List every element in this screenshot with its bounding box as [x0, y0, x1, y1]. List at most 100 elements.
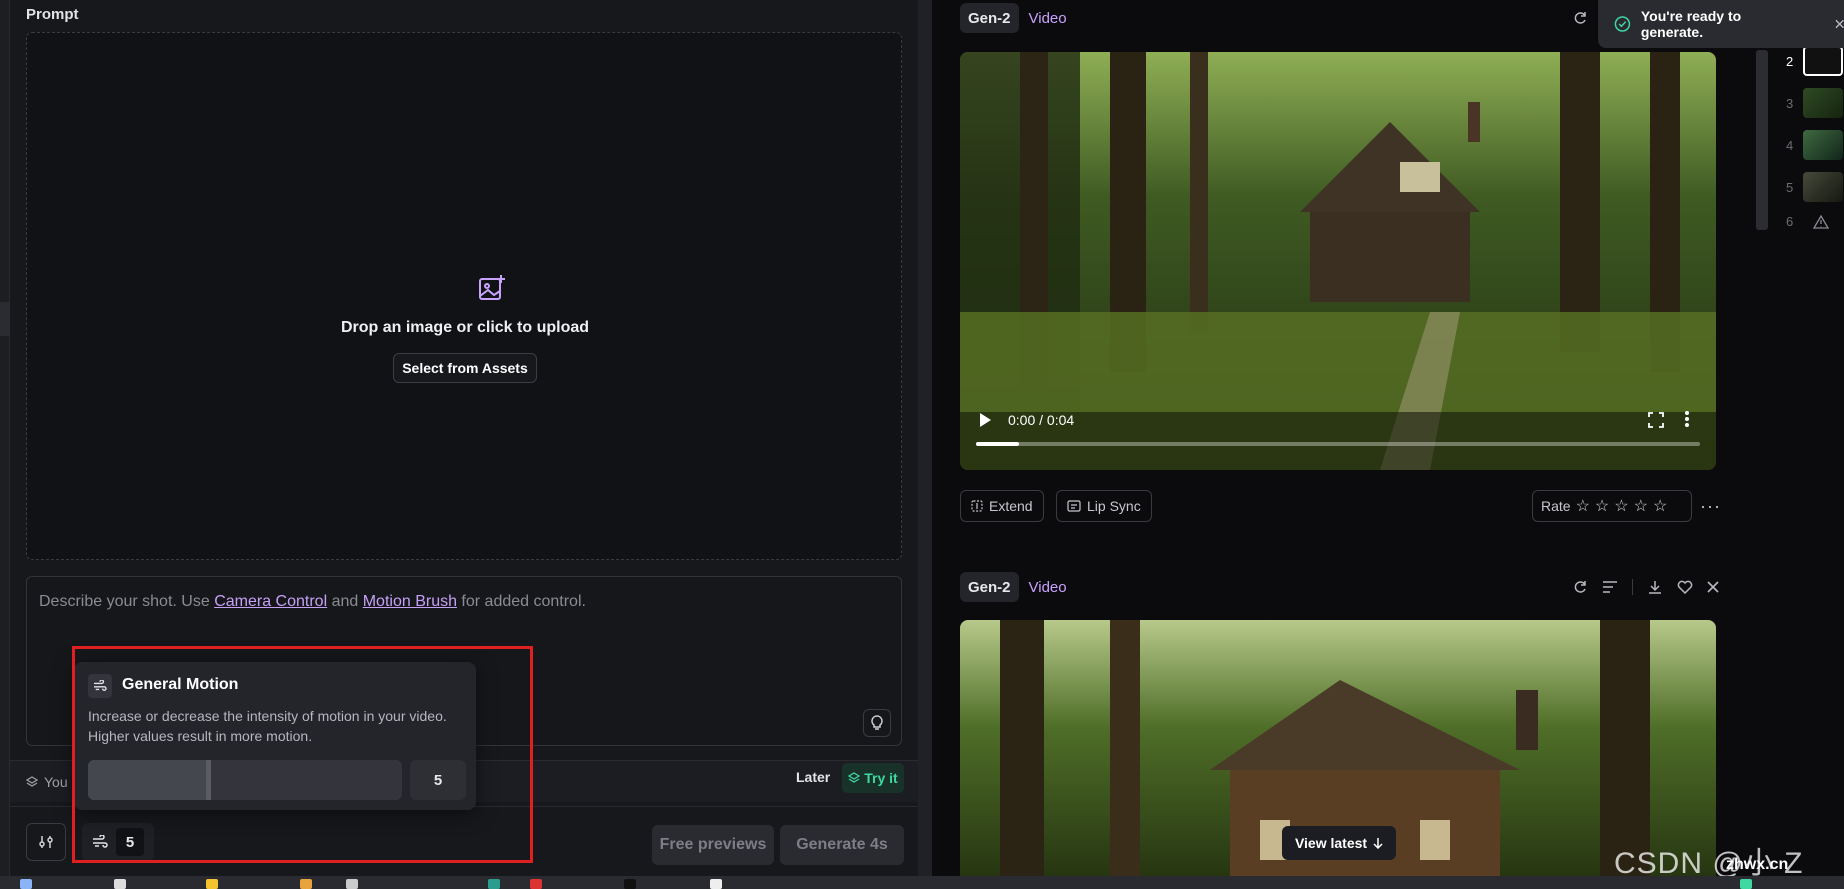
taskbar-icon[interactable]	[624, 879, 636, 889]
taskbar-icon[interactable]	[1740, 879, 1752, 889]
play-icon[interactable]	[978, 412, 992, 428]
star-icon[interactable]: ☆	[1595, 496, 1609, 516]
star-icon[interactable]: ☆	[1634, 496, 1648, 516]
star-icon[interactable]: ☆	[1653, 496, 1667, 516]
motion-brush-link[interactable]: Motion Brush	[363, 593, 457, 610]
motion-value-input[interactable]: 5	[410, 760, 466, 800]
motion-slider-fill	[88, 760, 206, 800]
details-icon[interactable]	[1602, 580, 1618, 594]
more-horizontal-icon[interactable]: ···	[1700, 496, 1721, 517]
rating-control: Rate ☆ ☆ ☆ ☆ ☆	[1532, 490, 1692, 522]
toolbar-separator	[1632, 579, 1633, 595]
card-1-actions: Extend Lip Sync Rate ☆ ☆ ☆ ☆ ☆ ···	[960, 490, 1720, 522]
rail-index: 2	[1786, 53, 1794, 69]
view-latest-button[interactable]: View latest	[1282, 826, 1396, 860]
generate-button[interactable]: Generate 4s	[780, 825, 904, 865]
rail-scrollbar[interactable]	[1756, 50, 1768, 230]
prompt-tips-button[interactable]	[863, 709, 891, 737]
rail-item[interactable]: 4	[1786, 130, 1844, 160]
view-latest-label: View latest	[1294, 835, 1368, 851]
rate-label: Rate	[1541, 498, 1571, 514]
download-icon[interactable]	[1647, 579, 1663, 595]
try-it-button[interactable]: Try it	[842, 763, 904, 793]
taskbar-icon[interactable]	[114, 879, 126, 889]
sidebar-collapse-handle[interactable]	[0, 302, 10, 336]
card-2-toolbar	[1572, 579, 1719, 595]
wind-icon	[88, 674, 112, 698]
fullscreen-icon[interactable]	[1648, 412, 1664, 428]
ready-toast: You're ready to generate.	[1598, 0, 1844, 48]
taskbar-icon[interactable]	[530, 879, 542, 889]
toast-text: You're ready to generate.	[1640, 8, 1742, 40]
close-icon[interactable]	[1835, 19, 1844, 29]
taskbar-icon[interactable]	[710, 879, 722, 889]
history-rail: 2 3 4 5 6	[1756, 40, 1844, 240]
general-motion-chip[interactable]: 5	[82, 823, 154, 861]
output-type-label: Video	[1028, 9, 1067, 27]
rail-thumb	[1803, 88, 1844, 118]
video-progress-fill	[976, 442, 1020, 446]
more-vertical-icon[interactable]	[1684, 410, 1690, 428]
lip-sync-label: Lip Sync	[1087, 498, 1141, 514]
layers-icon	[848, 772, 861, 783]
later-button[interactable]: Later	[796, 769, 830, 785]
rail-item[interactable]: 5	[1786, 172, 1844, 202]
extend-button[interactable]: Extend	[960, 490, 1044, 522]
rail-item[interactable]: 2	[1786, 46, 1844, 76]
taskbar-icon[interactable]	[300, 879, 312, 889]
wind-icon	[93, 835, 108, 848]
taskbar-icon[interactable]	[20, 879, 32, 889]
check-circle-icon	[1614, 16, 1631, 32]
rail-index: 3	[1786, 95, 1794, 111]
taskbar-icon[interactable]	[488, 879, 500, 889]
rail-item[interactable]: 3	[1786, 88, 1844, 118]
video-progress-bar[interactable]	[976, 442, 1700, 446]
extend-label: Extend	[989, 498, 1033, 514]
layers-icon	[25, 776, 39, 787]
output-type-label: Video	[1028, 578, 1067, 596]
rail-thumb	[1803, 130, 1844, 160]
settings-button[interactable]	[26, 823, 66, 861]
star-icon[interactable]: ☆	[1614, 496, 1628, 516]
feature-hint-text: You	[25, 774, 68, 790]
motion-chip-value: 5	[116, 828, 144, 856]
os-taskbar	[0, 876, 1844, 889]
free-previews-button[interactable]: Free previews	[652, 825, 774, 865]
image-dropzone[interactable]: Drop an image or click to upload Select …	[26, 32, 902, 560]
app-root: Prompt Drop an image or click to upload …	[0, 0, 1844, 889]
image-upload-icon	[479, 275, 505, 300]
generation-panel: Prompt Drop an image or click to upload …	[0, 0, 918, 889]
drop-image-text: Drop an image or click to upload	[340, 319, 590, 336]
rail-index: 5	[1786, 179, 1794, 195]
panel-divider[interactable]	[918, 0, 932, 889]
close-icon[interactable]	[1707, 581, 1719, 593]
regenerate-icon[interactable]	[1572, 579, 1588, 595]
select-from-assets-button[interactable]: Select from Assets	[393, 353, 537, 383]
video-player[interactable]: 0:00 / 0:04	[960, 52, 1716, 470]
taskbar-icon[interactable]	[206, 879, 218, 889]
rail-thumb	[1803, 46, 1844, 76]
motion-slider-thumb[interactable]	[206, 760, 211, 800]
extend-icon	[971, 500, 983, 512]
model-badge: Gen-2	[960, 3, 1019, 33]
video-time: 0:00 / 0:04	[1008, 412, 1075, 428]
rail-index: 4	[1786, 137, 1794, 153]
general-motion-popover: General Motion Increase or decrease the …	[74, 662, 476, 810]
lightbulb-icon	[871, 715, 883, 730]
taskbar-icon[interactable]	[346, 879, 358, 889]
motion-slider[interactable]	[88, 760, 402, 800]
prompt-label: Prompt	[26, 6, 79, 23]
heart-icon[interactable]	[1677, 580, 1693, 594]
camera-control-link[interactable]: Camera Control	[214, 593, 327, 610]
rail-thumb	[1803, 172, 1844, 202]
star-icon[interactable]: ☆	[1576, 496, 1590, 516]
hint-text: You	[44, 774, 68, 790]
rail-item[interactable]: 6	[1786, 214, 1830, 229]
lip-sync-button[interactable]: Lip Sync	[1056, 490, 1152, 522]
lip-sync-icon	[1067, 500, 1081, 512]
card-1-header: Gen-2 Video	[960, 3, 1067, 33]
general-motion-description: Increase or decrease the intensity of mo…	[88, 708, 447, 744]
sliders-icon	[39, 836, 53, 848]
regenerate-icon[interactable]	[1572, 10, 1588, 26]
placeholder-post: for added control.	[456, 593, 586, 610]
